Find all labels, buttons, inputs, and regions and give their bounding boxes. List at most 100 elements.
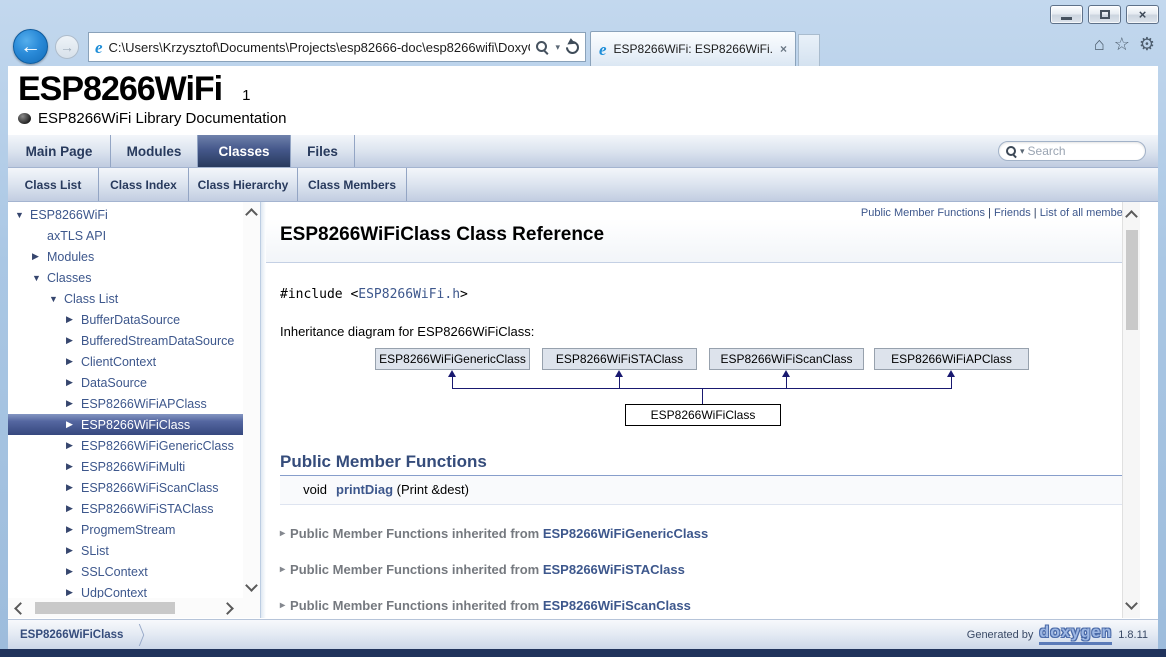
tab-class-index[interactable]: Class Index — [99, 168, 189, 201]
tree-collapsed-icon[interactable]: ▶ — [66, 461, 81, 472]
scroll-down-icon[interactable] — [245, 579, 258, 592]
member-name-link[interactable]: printDiag — [336, 482, 393, 497]
tree-item-axtls-api[interactable]: axTLS API — [8, 225, 248, 246]
tree-item-esp8266wificlass-selected[interactable]: ▶ESP8266WiFiClass — [8, 414, 248, 435]
tree-collapsed-icon[interactable]: ▶ — [66, 482, 81, 493]
scroll-right-icon[interactable] — [221, 602, 234, 615]
tree-collapsed-icon[interactable]: ▶ — [32, 251, 47, 262]
search-icon[interactable] — [536, 41, 549, 54]
inherited-class-link[interactable]: ESP8266WiFiSTAClass — [543, 562, 685, 577]
forward-button[interactable]: → — [55, 35, 79, 59]
inherited-class-link[interactable]: ESP8266WiFiGenericClass — [543, 526, 708, 541]
sidebar-vertical-scrollbar[interactable] — [243, 202, 260, 598]
diagram-node-wificlass[interactable]: ESP8266WiFiClass — [625, 404, 781, 426]
inherited-section-genericclass[interactable]: ▸ Public Member Functions inherited from… — [280, 526, 1126, 541]
tree-collapsed-icon[interactable]: ▶ — [66, 356, 81, 367]
tree-collapsed-icon[interactable]: ▶ — [66, 524, 81, 535]
tab-close-icon[interactable]: × — [780, 42, 787, 56]
close-button[interactable]: × — [1126, 5, 1159, 24]
inherited-section-staclass[interactable]: ▸ Public Member Functions inherited from… — [280, 562, 1126, 577]
inheritance-arrow-icon — [782, 370, 790, 377]
diagram-node-apclass[interactable]: ESP8266WiFiAPClass — [874, 348, 1029, 370]
tree-item-modules[interactable]: ▶Modules — [8, 246, 248, 267]
tree-collapsed-icon[interactable]: ▶ — [66, 335, 81, 346]
tree-collapsed-icon[interactable]: ▶ — [66, 566, 81, 577]
tree-collapsed-icon[interactable]: ▶ — [66, 503, 81, 514]
tree-collapsed-icon[interactable]: ▶ — [66, 314, 81, 325]
tree-collapsed-icon[interactable]: ▶ — [66, 419, 81, 430]
sidebar-horizontal-scrollbar[interactable] — [8, 598, 260, 618]
tree-item-progmemstream[interactable]: ▶ProgmemStream — [8, 519, 248, 540]
diagram-node-staclass[interactable]: ESP8266WiFiSTAClass — [542, 348, 697, 370]
tree-item-clientcontext[interactable]: ▶ClientContext — [8, 351, 248, 372]
minimize-button[interactable] — [1050, 5, 1083, 24]
tree-item-esp8266wifiapclass[interactable]: ▶ESP8266WiFiAPClass — [8, 393, 248, 414]
inheritance-arrow-icon — [448, 370, 456, 377]
doxygen-logo[interactable]: doxygen — [1039, 625, 1112, 645]
tree-item-label: ESP8266WiFiMulti — [81, 460, 185, 474]
tree-item-sslcontext[interactable]: ▶SSLContext — [8, 561, 248, 582]
scrollbar-thumb[interactable] — [1126, 230, 1138, 330]
inherited-section-scanclass[interactable]: ▸ Public Member Functions inherited from… — [280, 598, 1126, 613]
include-file-link[interactable]: ESP8266WiFi.h — [358, 287, 460, 302]
home-icon[interactable]: ⌂ — [1094, 35, 1105, 53]
tree-item-datasource[interactable]: ▶DataSource — [8, 372, 248, 393]
url-text[interactable]: C:\Users\Krzysztof\Documents\Projects\es… — [109, 40, 531, 55]
chevron-down-icon[interactable]: ▾ — [1020, 146, 1025, 157]
tree-item-class-list[interactable]: ▼Class List — [8, 288, 248, 309]
tab-files[interactable]: Files — [291, 135, 355, 167]
breadcrumb[interactable]: ESP8266WiFiClass — [20, 629, 123, 641]
tree-item-esp8266wifistaclass[interactable]: ▶ESP8266WiFiSTAClass — [8, 498, 248, 519]
tree-item-esp8266wifimulti[interactable]: ▶ESP8266WiFiMulti — [8, 456, 248, 477]
tree-item-classes[interactable]: ▼Classes — [8, 267, 248, 288]
tab-class-members[interactable]: Class Members — [298, 168, 407, 201]
link-public-member-functions[interactable]: Public Member Functions — [861, 207, 985, 219]
tree-expanded-icon[interactable]: ▼ — [32, 273, 47, 283]
scrollbar-thumb[interactable] — [35, 602, 175, 614]
tree-collapsed-icon[interactable]: ▶ — [66, 398, 81, 409]
tree-item-esp8266wifigenericclass[interactable]: ▶ESP8266WiFiGenericClass — [8, 435, 248, 456]
link-friends[interactable]: Friends — [994, 207, 1031, 219]
tree-expanded-icon[interactable]: ▼ — [49, 294, 64, 304]
scroll-left-icon[interactable] — [14, 602, 27, 615]
tree-collapsed-icon[interactable]: ▶ — [66, 545, 81, 556]
content-vertical-scrollbar[interactable] — [1122, 202, 1140, 618]
tab-class-list[interactable]: Class List — [8, 168, 99, 201]
page-title: ESP8266WiFiClass Class Reference — [280, 224, 1126, 246]
tree-item-bufferedstreamdatasource[interactable]: ▶BufferedStreamDataSource — [8, 330, 248, 351]
tree-item-slist[interactable]: ▶SList — [8, 540, 248, 561]
browser-tab[interactable]: e ESP8266WiFi: ESP8266WiFi... × — [590, 31, 796, 66]
doc-search-box[interactable]: ▾ — [998, 141, 1146, 161]
tree-collapsed-icon[interactable]: ▶ — [66, 440, 81, 451]
address-bar[interactable]: e C:\Users\Krzysztof\Documents\Projects\… — [88, 32, 586, 62]
scroll-down-icon[interactable] — [1125, 597, 1138, 610]
tree-item-label: ESP8266WiFiScanClass — [81, 481, 219, 495]
tab-main-page[interactable]: Main Page — [8, 135, 111, 167]
inherited-class-link[interactable]: ESP8266WiFiScanClass — [543, 598, 691, 613]
chevron-down-icon[interactable]: ▾ — [555, 42, 560, 53]
link-list-of-all-members[interactable]: List of all members — [1040, 207, 1132, 219]
scroll-up-icon[interactable] — [245, 208, 258, 221]
new-tab-button[interactable] — [798, 34, 820, 66]
scroll-up-icon[interactable] — [1125, 210, 1138, 223]
generated-by-label: Generated by — [967, 629, 1034, 641]
tab-classes[interactable]: Classes — [198, 135, 291, 167]
back-button[interactable]: ← — [13, 29, 48, 64]
tree-item-bufferdatasource[interactable]: ▶BufferDataSource — [8, 309, 248, 330]
tree-collapsed-icon[interactable]: ▶ — [66, 377, 81, 388]
search-input[interactable] — [1028, 144, 1138, 158]
refresh-icon[interactable] — [563, 38, 581, 56]
tree-expanded-icon[interactable]: ▼ — [15, 210, 30, 220]
diagram-node-scanclass[interactable]: ESP8266WiFiScanClass — [709, 348, 864, 370]
back-arrow-icon: ← — [20, 35, 41, 59]
favorites-star-icon[interactable]: ☆ — [1114, 35, 1130, 53]
tree-item-esp8266wifi[interactable]: ▼ESP8266WiFi — [8, 204, 248, 225]
restore-button[interactable] — [1088, 5, 1121, 24]
gear-icon[interactable]: ⚙ — [1139, 35, 1155, 53]
breadcrumb-separator-icon — [131, 623, 143, 647]
tab-class-hierarchy[interactable]: Class Hierarchy — [189, 168, 298, 201]
diagram-node-genericclass[interactable]: ESP8266WiFiGenericClass — [375, 348, 530, 370]
tree-item-esp8266wifiscanclass[interactable]: ▶ESP8266WiFiScanClass — [8, 477, 248, 498]
tree-collapsed-icon[interactable]: ▶ — [66, 587, 81, 598]
tab-modules[interactable]: Modules — [111, 135, 198, 167]
